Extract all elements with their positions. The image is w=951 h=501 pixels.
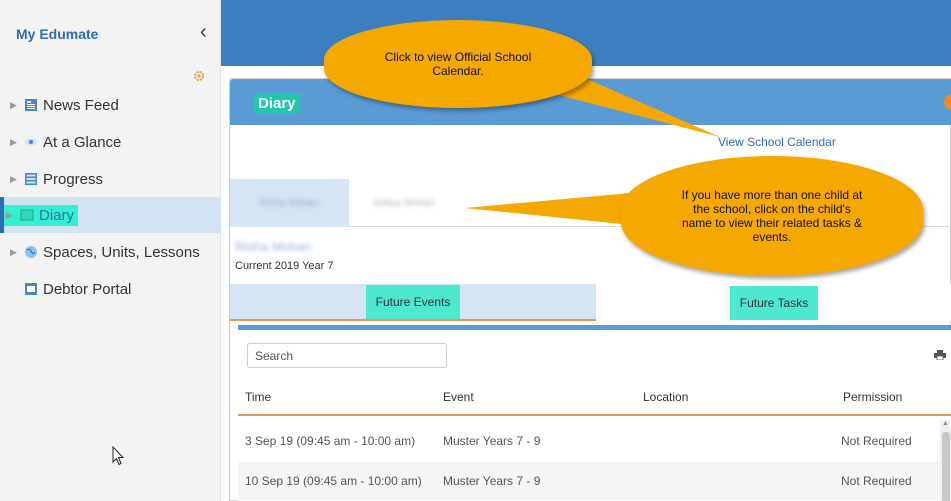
- mouse-cursor-icon: [112, 446, 124, 466]
- tab-label: Future Events: [365, 284, 461, 319]
- column-header-time[interactable]: Time: [245, 390, 271, 404]
- sidebar-item-progress[interactable]: ▶ Progress: [0, 161, 221, 197]
- row-permission: Not Required: [841, 474, 912, 488]
- expand-arrow-icon[interactable]: ▶: [10, 100, 24, 111]
- row-permission: Not Required: [841, 434, 912, 448]
- row-time: 3 Sep 19 (09:45 am - 10:00 am): [245, 434, 416, 448]
- eye-icon: [25, 138, 37, 146]
- expand-arrow-icon[interactable]: ▶: [10, 174, 24, 185]
- globe-icon: [25, 246, 37, 258]
- sidebar-item-label: Diary: [39, 206, 75, 224]
- calendar-callout: Click to view Official School Calendar.: [324, 20, 592, 108]
- tab-child-2[interactable]: Aditya Mohan: [349, 179, 459, 227]
- gear-icon[interactable]: [193, 70, 205, 82]
- tab-label: Aditya Mohan: [373, 197, 435, 209]
- progress-grid-icon: [25, 173, 37, 185]
- diary-icon: [20, 209, 34, 221]
- tab-label: Risha Mohan: [260, 197, 319, 209]
- column-header-event[interactable]: Event: [443, 390, 474, 404]
- active-indicator: [0, 197, 4, 233]
- header-underline: [238, 414, 951, 416]
- sidebar-item-label: Debtor Portal: [43, 280, 132, 298]
- row-time: 10 Sep 19 (09:45 am - 10:00 am): [245, 474, 422, 488]
- sidebar-item-debtor-portal[interactable]: Debtor Portal: [0, 271, 221, 307]
- portal-icon: [25, 283, 37, 295]
- sidebar-item-label: Progress: [43, 170, 104, 188]
- expand-arrow-icon[interactable]: ▶: [6, 210, 20, 221]
- column-header-location[interactable]: Location: [643, 390, 688, 404]
- news-feed-icon: [25, 99, 37, 111]
- callout-tail: [465, 192, 641, 226]
- sidebar-item-spaces-units-lessons[interactable]: ▶ Spaces, Units, Lessons: [0, 234, 221, 270]
- print-icon[interactable]: [934, 350, 946, 360]
- diary-subtabs: Future Events Future Tasks: [230, 284, 951, 321]
- children-callout: If you have more than one child at the s…: [621, 156, 923, 276]
- row-event: Muster Years 7 - 9: [443, 474, 541, 488]
- scroll-up-icon[interactable]: ▲: [942, 420, 949, 427]
- student-name: Risha Mohan: [235, 239, 312, 254]
- orange-dot-icon[interactable]: [944, 94, 951, 110]
- scrollbar[interactable]: ▲: [940, 420, 951, 501]
- expand-arrow-icon[interactable]: ▶: [10, 137, 24, 148]
- tab-future-events[interactable]: Future Events: [230, 284, 596, 321]
- chevron-left-icon[interactable]: ‹: [200, 22, 207, 42]
- tab-child-1[interactable]: Risha Mohan: [230, 179, 349, 227]
- student-year: Current 2019 Year 7: [235, 260, 334, 272]
- sidebar-title[interactable]: My Edumate: [16, 26, 98, 42]
- sidebar-item-news-feed[interactable]: ▶ News Feed: [0, 87, 221, 123]
- table-row[interactable]: 3 Sep 19 (09:45 am - 10:00 am) Muster Ye…: [238, 422, 944, 460]
- tab-label: Future Tasks: [729, 285, 819, 320]
- sidebar-item-label: Spaces, Units, Lessons: [43, 243, 200, 261]
- tab-future-tasks[interactable]: Future Tasks: [596, 284, 951, 321]
- sidebar-item-label: At a Glance: [43, 133, 122, 151]
- sidebar-item-diary[interactable]: ▶ Diary: [0, 197, 221, 233]
- sidebar-item-at-a-glance[interactable]: ▶ At a Glance: [0, 124, 221, 160]
- panel-title: Diary: [254, 93, 300, 114]
- events-list: Search Time Event Location Permission 3 …: [238, 325, 951, 501]
- expand-arrow-icon[interactable]: ▶: [10, 247, 24, 258]
- scroll-thumb[interactable]: [942, 432, 950, 501]
- sidebar-item-label: News Feed: [43, 96, 119, 114]
- search-input[interactable]: Search: [247, 343, 447, 368]
- sidebar: My Edumate ‹ ▶ News Feed ▶ At a Glance ▶…: [0, 0, 221, 501]
- diary-screen: My Edumate ‹ ▶ News Feed ▶ At a Glance ▶…: [0, 0, 951, 501]
- row-event: Muster Years 7 - 9: [443, 434, 541, 448]
- column-header-permission[interactable]: Permission: [843, 390, 902, 404]
- diary-highlight: ▶ Diary: [0, 204, 79, 226]
- table-row[interactable]: 10 Sep 19 (09:45 am - 10:00 am) Muster Y…: [238, 462, 944, 500]
